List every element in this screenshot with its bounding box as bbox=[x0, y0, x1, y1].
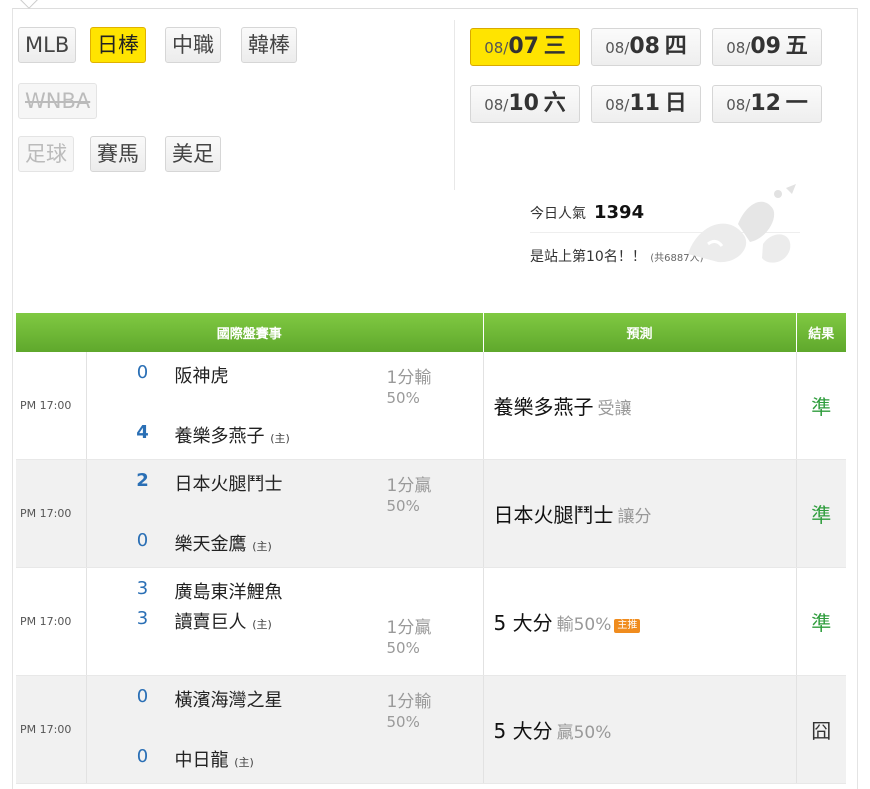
section-divider bbox=[454, 20, 455, 190]
league-tab-kbo[interactable]: 韓棒 bbox=[241, 27, 297, 63]
home-marker: (主) bbox=[270, 432, 290, 445]
home-team: 樂天金鷹 (主) bbox=[174, 534, 272, 555]
line-info: 1分贏 50% bbox=[386, 476, 432, 515]
header-prediction: 預測 bbox=[483, 313, 797, 352]
games-table: 國際盤賽事 預測 結果 PM 17:00 0 阪神虎 4 養樂多燕子 (主) 1… bbox=[16, 313, 847, 784]
game-time: PM 17:00 bbox=[16, 567, 87, 676]
result-mark: 準 bbox=[796, 459, 847, 568]
line-info: 1分輸 50% bbox=[386, 368, 432, 407]
prediction: 5 大分 贏50% bbox=[483, 675, 797, 784]
home-score: 3 bbox=[136, 608, 149, 629]
league-tab-nfl[interactable]: 美足 bbox=[165, 136, 221, 172]
result-mark: 準 bbox=[796, 352, 847, 460]
line-info: 1分贏 50% bbox=[386, 618, 432, 657]
match-cell: 0 阪神虎 4 養樂多燕子 (主) 1分輸 50% bbox=[87, 352, 483, 459]
date-tab-0811[interactable]: 08/11 日 bbox=[591, 85, 701, 123]
mascot-illustration-icon bbox=[688, 184, 796, 263]
date-tab-0809[interactable]: 08/09 五 bbox=[712, 28, 822, 66]
popularity-label: 今日人氣 bbox=[530, 206, 586, 222]
table-row: PM 17:00 2 日本火腿鬥士 0 樂天金鷹 (主) 1分贏 50% 日本火腿… bbox=[16, 459, 847, 568]
league-tab-soccer: 足球 bbox=[18, 136, 74, 172]
home-marker: (主) bbox=[234, 756, 254, 769]
date-tab-0807[interactable]: 08/07 三 bbox=[470, 28, 580, 66]
popularity-count: 1394 bbox=[594, 202, 645, 223]
away-score: 3 bbox=[136, 578, 149, 599]
home-marker: (主) bbox=[252, 540, 272, 553]
home-marker: (主) bbox=[252, 618, 272, 631]
away-score: 0 bbox=[136, 686, 149, 707]
game-time: PM 17:00 bbox=[16, 352, 87, 460]
featured-pick-badge: 主推 bbox=[614, 619, 641, 633]
league-tab-npb[interactable]: 日棒 bbox=[90, 27, 146, 63]
table-row: PM 17:00 0 阪神虎 4 養樂多燕子 (主) 1分輸 50% 養樂多燕子受… bbox=[16, 352, 847, 460]
dropdown-pointer bbox=[18, 0, 40, 10]
prediction: 日本火腿鬥士 讓分 bbox=[483, 459, 797, 568]
away-score: 2 bbox=[136, 470, 149, 491]
date-tab-0808[interactable]: 08/08 四 bbox=[591, 28, 701, 66]
league-tab-wnba: WNBA bbox=[18, 83, 98, 119]
date-tab-0810[interactable]: 08/10 六 bbox=[470, 85, 580, 123]
league-tab-horse-racing[interactable]: 賽馬 bbox=[90, 136, 146, 172]
rank-text: 是站上第10名！！ bbox=[530, 249, 646, 265]
header-matches: 國際盤賽事 bbox=[16, 313, 484, 352]
home-team: 中日龍 (主) bbox=[174, 750, 254, 771]
away-team: 橫濱海灣之星 bbox=[174, 690, 283, 711]
line-info: 1分輸 50% bbox=[386, 692, 432, 731]
match-cell: 0 橫濱海灣之星 0 中日龍 (主) 1分輸 50% bbox=[87, 676, 483, 783]
league-tab-cpbl[interactable]: 中職 bbox=[165, 27, 221, 63]
home-team: 養樂多燕子 (主) bbox=[174, 426, 290, 447]
away-score: 0 bbox=[136, 362, 149, 383]
popularity-today: 今日人氣 1394 bbox=[530, 202, 644, 223]
away-team: 廣島東洋鯉魚 bbox=[174, 582, 283, 603]
home-score: 0 bbox=[136, 530, 149, 551]
match-cell: 3 廣島東洋鯉魚 3 讀賣巨人 (主) 1分贏 50% bbox=[87, 568, 483, 675]
prediction: 養樂多燕子 受讓 bbox=[483, 352, 797, 460]
game-time: PM 17:00 bbox=[16, 675, 87, 784]
home-team: 讀賣巨人 (主) bbox=[174, 612, 272, 633]
table-row: PM 17:00 0 橫濱海灣之星 0 中日龍 (主) 1分輸 50% 5 大分贏… bbox=[16, 675, 847, 784]
result-mark: 囧 bbox=[796, 675, 847, 784]
match-cell: 2 日本火腿鬥士 0 樂天金鷹 (主) 1分贏 50% bbox=[87, 460, 483, 567]
home-score: 4 bbox=[136, 422, 149, 443]
header-result: 結果 bbox=[796, 313, 847, 352]
away-team: 日本火腿鬥士 bbox=[174, 474, 283, 495]
game-time: PM 17:00 bbox=[16, 459, 87, 568]
away-team: 阪神虎 bbox=[174, 366, 229, 387]
home-score: 0 bbox=[136, 746, 149, 767]
result-mark: 準 bbox=[796, 567, 847, 676]
date-tab-0812[interactable]: 08/12 一 bbox=[712, 85, 822, 123]
league-tab-mlb[interactable]: MLB bbox=[18, 27, 77, 63]
prediction: 5 大分 輸50% 主推 bbox=[483, 567, 797, 676]
table-row: PM 17:00 3 廣島東洋鯉魚 3 讀賣巨人 (主) 1分贏 50% 5 大分… bbox=[16, 567, 847, 676]
